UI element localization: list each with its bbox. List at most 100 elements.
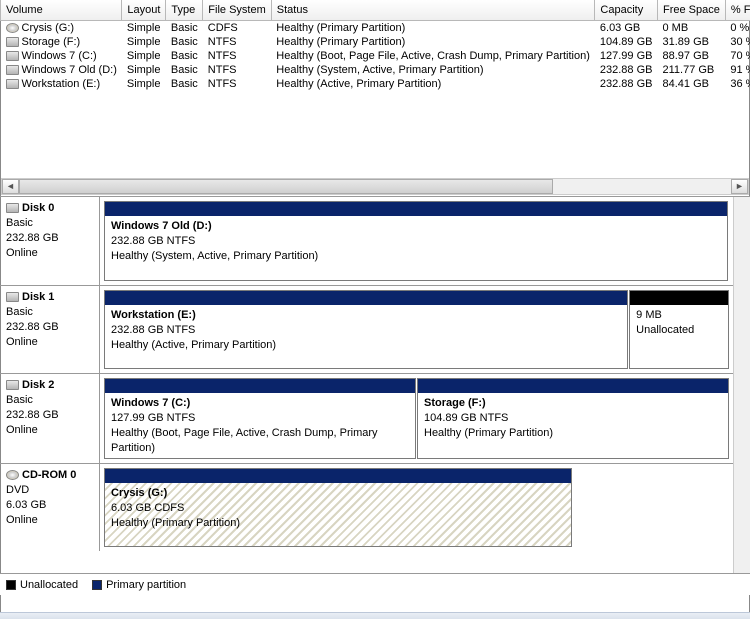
legend-swatch-primary xyxy=(92,580,102,590)
column-header[interactable]: Status xyxy=(271,0,595,20)
partition[interactable]: Windows 7 (C:)127.99 GB NTFSHealthy (Boo… xyxy=(104,378,416,459)
legend-label-primary: Primary partition xyxy=(106,579,186,591)
table-cell: NTFS xyxy=(203,49,271,63)
disk-type: DVD xyxy=(6,483,93,498)
table-cell: Healthy (Active, Primary Partition) xyxy=(271,77,595,91)
table-cell: 91 % xyxy=(725,63,750,77)
cd-drive-icon xyxy=(6,23,19,33)
disk-row[interactable]: Disk 2Basic232.88 GBOnlineWindows 7 (C:)… xyxy=(0,373,750,463)
partition-header-bar xyxy=(105,202,727,216)
horizontal-scrollbar[interactable]: ◄ ► xyxy=(1,178,749,195)
partition-name: Windows 7 (C:) xyxy=(111,396,409,411)
disk-row[interactable]: Disk 1Basic232.88 GBOnlineWorkstation (E… xyxy=(0,285,750,373)
column-header[interactable]: Layout xyxy=(122,0,166,20)
disk-partition-graph: Crysis (G:)6.03 GB CDFSHealthy (Primary … xyxy=(100,464,750,551)
table-row[interactable]: Storage (F:)SimpleBasicNTFSHealthy (Prim… xyxy=(1,35,750,49)
table-cell: Healthy (Primary Partition) xyxy=(271,20,595,35)
disk-info: Disk 0Basic232.88 GBOnline xyxy=(0,197,100,285)
disk-drive-icon xyxy=(6,292,19,302)
table-cell: 104.89 GB xyxy=(595,35,658,49)
scroll-thumb[interactable] xyxy=(19,179,553,194)
partition-status: Unallocated xyxy=(636,323,722,338)
table-row[interactable]: Windows 7 Old (D:)SimpleBasicNTFSHealthy… xyxy=(1,63,750,77)
column-header[interactable]: Type xyxy=(166,0,203,20)
disk-type: Basic xyxy=(6,305,93,320)
table-cell: 6.03 GB xyxy=(595,20,658,35)
partition-header-bar xyxy=(418,379,728,393)
table-cell: 31.89 GB xyxy=(657,35,725,49)
disk-drive-icon xyxy=(6,79,19,89)
column-header[interactable]: Capacity xyxy=(595,0,658,20)
scroll-left-arrow[interactable]: ◄ xyxy=(2,179,19,194)
legend-swatch-unallocated xyxy=(6,580,16,590)
table-cell: NTFS xyxy=(203,35,271,49)
table-cell: 88.97 GB xyxy=(657,49,725,63)
disk-name: Disk 2 xyxy=(22,379,54,391)
partition-header-bar xyxy=(630,291,728,305)
disk-info: Disk 1Basic232.88 GBOnline xyxy=(0,286,100,373)
partition-size: 104.89 GB NTFS xyxy=(424,411,722,426)
disk-partition-graph: Windows 7 Old (D:)232.88 GB NTFSHealthy … xyxy=(100,197,750,285)
column-header[interactable]: Volume xyxy=(1,0,122,20)
partition-size: 232.88 GB NTFS xyxy=(111,323,621,338)
table-cell: 36 % xyxy=(725,77,750,91)
partition[interactable]: Storage (F:)104.89 GB NTFSHealthy (Prima… xyxy=(417,378,729,459)
table-cell: NTFS xyxy=(203,63,271,77)
partition[interactable]: Crysis (G:)6.03 GB CDFSHealthy (Primary … xyxy=(104,468,572,547)
table-cell: 70 % xyxy=(725,49,750,63)
table-cell: Healthy (Boot, Page File, Active, Crash … xyxy=(271,49,595,63)
volume-table[interactable]: VolumeLayoutTypeFile SystemStatusCapacit… xyxy=(0,0,750,91)
partition[interactable]: Windows 7 Old (D:)232.88 GB NTFSHealthy … xyxy=(104,201,728,281)
table-cell: 0 MB xyxy=(657,20,725,35)
disk-drive-icon xyxy=(6,37,19,47)
vertical-scrollbar[interactable] xyxy=(733,197,750,573)
table-cell: 232.88 GB xyxy=(595,63,658,77)
table-cell: NTFS xyxy=(203,77,271,91)
disk-row[interactable]: CD-ROM 0DVD6.03 GBOnlineCrysis (G:)6.03 … xyxy=(0,463,750,551)
volume-list-pane: VolumeLayoutTypeFile SystemStatusCapacit… xyxy=(0,0,750,197)
disk-size: 232.88 GB xyxy=(6,320,93,335)
partition-body: Crysis (G:)6.03 GB CDFSHealthy (Primary … xyxy=(105,483,571,546)
table-cell: Simple xyxy=(122,49,166,63)
table-cell: Basic xyxy=(166,49,203,63)
partition-body: Windows 7 Old (D:)232.88 GB NTFSHealthy … xyxy=(105,216,727,280)
disk-size: 232.88 GB xyxy=(6,231,93,246)
partition-status: Healthy (Boot, Page File, Active, Crash … xyxy=(111,426,409,456)
partition-status: Healthy (System, Active, Primary Partiti… xyxy=(111,249,721,264)
disk-drive-icon xyxy=(6,65,19,75)
partition-unallocated[interactable]: 9 MBUnallocated xyxy=(629,290,729,369)
table-cell: Healthy (Primary Partition) xyxy=(271,35,595,49)
partition-body: Windows 7 (C:)127.99 GB NTFSHealthy (Boo… xyxy=(105,393,415,458)
scroll-track[interactable] xyxy=(19,179,731,194)
column-header[interactable]: File System xyxy=(203,0,271,20)
partition-name: Workstation (E:) xyxy=(111,308,621,323)
partition-name: Crysis (G:) xyxy=(111,486,565,501)
column-header[interactable]: Free Space xyxy=(657,0,725,20)
table-row[interactable]: Workstation (E:)SimpleBasicNTFSHealthy (… xyxy=(1,77,750,91)
cd-drive-icon xyxy=(6,470,19,480)
disk-state: Online xyxy=(6,246,93,261)
disk-info: Disk 2Basic232.88 GBOnline xyxy=(0,374,100,463)
partition-status: Healthy (Primary Partition) xyxy=(111,516,565,531)
volume-name-cell: Crysis (G:) xyxy=(1,20,122,35)
column-header[interactable]: % Free xyxy=(725,0,750,20)
table-cell: 30 % xyxy=(725,35,750,49)
disk-row[interactable]: Disk 0Basic232.88 GBOnlineWindows 7 Old … xyxy=(0,197,750,285)
scroll-right-arrow[interactable]: ► xyxy=(731,179,748,194)
disk-name: Disk 1 xyxy=(22,291,54,303)
disk-type: Basic xyxy=(6,393,93,408)
table-row[interactable]: Windows 7 (C:)SimpleBasicNTFSHealthy (Bo… xyxy=(1,49,750,63)
table-row[interactable]: Crysis (G:)SimpleBasicCDFSHealthy (Prima… xyxy=(1,20,750,35)
volume-name-cell: Windows 7 Old (D:) xyxy=(1,63,122,77)
partition-name: Windows 7 Old (D:) xyxy=(111,219,721,234)
partition[interactable]: Workstation (E:)232.88 GB NTFSHealthy (A… xyxy=(104,290,628,369)
disk-type: Basic xyxy=(6,216,93,231)
partition-body: Storage (F:)104.89 GB NTFSHealthy (Prima… xyxy=(418,393,728,458)
table-cell: CDFS xyxy=(203,20,271,35)
partition-body: 9 MBUnallocated xyxy=(630,305,728,368)
partition-header-bar xyxy=(105,379,415,393)
partition-name: Storage (F:) xyxy=(424,396,722,411)
table-cell: Simple xyxy=(122,20,166,35)
disk-drive-icon xyxy=(6,203,19,213)
disk-size: 232.88 GB xyxy=(6,408,93,423)
